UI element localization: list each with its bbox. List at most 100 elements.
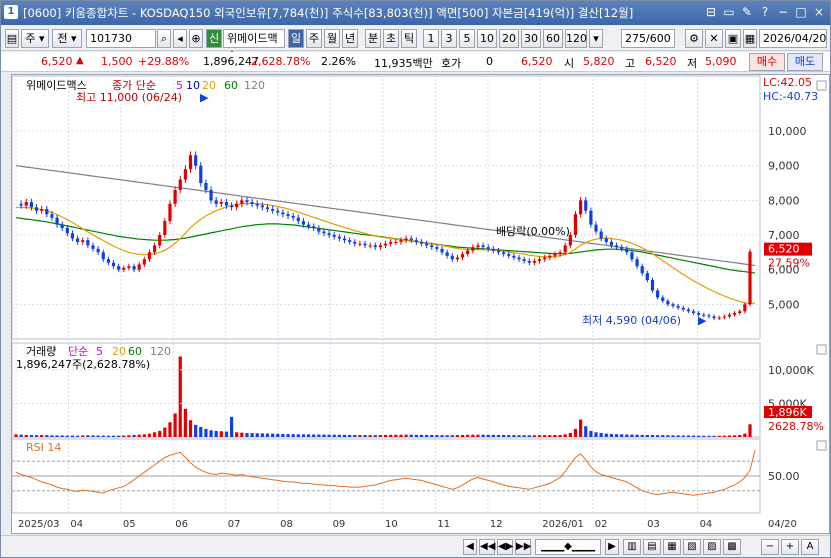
candle-body <box>625 248 629 253</box>
stock-code-input[interactable]: 101730 <box>86 29 156 48</box>
scroll-fit-button[interactable]: ◀▶ <box>497 539 513 555</box>
candle-body <box>188 155 193 170</box>
search-icon[interactable]: ⌕ <box>157 29 171 48</box>
unit-year-button[interactable]: 년 <box>342 29 358 48</box>
scroll-last-button[interactable]: ▶▶ <box>515 539 531 555</box>
scroll-first-button[interactable]: ◀◀ <box>479 539 495 555</box>
left-tab-strip[interactable] <box>1 74 11 534</box>
zoom-out-button[interactable]: − <box>761 539 779 555</box>
chart-type-icon[interactable]: ▤ <box>5 29 19 48</box>
save-icon[interactable]: ▣ <box>725 29 741 48</box>
candle-body <box>378 245 383 248</box>
restore-icon-button[interactable]: ▭ <box>722 4 736 20</box>
tools-icon[interactable]: ⚙ <box>685 29 703 48</box>
candle-body <box>635 259 639 267</box>
auto-scale-button[interactable]: A <box>801 539 819 555</box>
volume-bar <box>147 433 152 437</box>
chart-svg[interactable]: 2025/03 04 05 06 07 08 09 10 11 12 2026/01 02 03 04 04… <box>11 75 829 533</box>
candle-body <box>522 259 526 261</box>
volume-bar <box>425 434 429 437</box>
candle-body <box>563 245 567 253</box>
bar-count-field[interactable]: 275/600 <box>621 29 675 48</box>
unit-day-button[interactable]: 일 <box>288 29 304 48</box>
unit-month-button[interactable]: 월 <box>324 29 340 48</box>
interval-button-5[interactable]: 5 <box>459 29 475 48</box>
candle-body <box>255 203 259 206</box>
help-button[interactable]: ? <box>758 4 772 20</box>
interval-dropdown[interactable]: ▾ <box>589 29 603 48</box>
scroll-left-button[interactable]: ◀ <box>463 539 477 555</box>
close-button[interactable]: × <box>812 4 826 20</box>
candle-body <box>245 200 249 203</box>
interval-button-120[interactable]: 120 <box>565 29 587 48</box>
x-tick-label: 03 <box>647 519 660 530</box>
volume-bar <box>327 434 331 437</box>
stock-name-field[interactable]: 위메이드맥스 <box>223 29 285 62</box>
x-tick-label: 07 <box>228 519 241 530</box>
unit-tick-button[interactable]: 틱 <box>401 29 417 48</box>
interval-button-30[interactable]: 30 <box>521 29 541 48</box>
candle-body <box>743 304 747 312</box>
chart-style-icon[interactable]: ▥ <box>623 539 641 555</box>
crosshair-icon[interactable]: ✕ <box>705 29 723 48</box>
candle-body <box>373 245 377 248</box>
volume-bar <box>224 431 229 437</box>
interval-button-10[interactable]: 10 <box>477 29 497 48</box>
volume-bar <box>609 433 614 437</box>
period-select[interactable]: 주 ▾ <box>21 29 49 48</box>
maximize-button[interactable]: □ <box>794 4 808 20</box>
trade-amount: 11,935백만 <box>374 57 433 70</box>
volume-bar <box>635 434 639 437</box>
chart-area[interactable]: 2025/03 04 05 06 07 08 09 10 11 12 2026/01 02 03 04 04… <box>11 74 830 534</box>
volume-bar <box>86 435 90 437</box>
ma120-line <box>15 165 756 267</box>
sell-button[interactable]: 매도 <box>787 53 823 71</box>
ma20-line <box>16 202 756 305</box>
zoom-slider[interactable]: ▁▁▁◆▁▁▁ <box>535 539 601 555</box>
volume-bar <box>188 420 193 437</box>
tile-button[interactable]: ⊟ <box>704 4 718 20</box>
print-icon[interactable]: ▧ <box>683 539 701 555</box>
candle-body <box>332 235 336 237</box>
volume-bar <box>512 435 516 437</box>
volume-bar <box>450 435 454 437</box>
candle-body <box>152 245 157 253</box>
minimize-button[interactable]: − <box>776 4 790 20</box>
settings-icon[interactable]: ▩ <box>723 539 741 555</box>
volume-bar <box>656 435 660 437</box>
volume-bar <box>255 433 259 437</box>
grid-icon[interactable]: ▦ <box>663 539 681 555</box>
market-select[interactable]: 전 ▾ <box>52 29 82 48</box>
candle-body <box>471 247 475 251</box>
candle-body <box>276 210 280 213</box>
candle-body <box>671 304 675 307</box>
unit-minute-button[interactable]: 분 <box>365 29 381 48</box>
interval-button-60[interactable]: 60 <box>543 29 563 48</box>
candle-body <box>440 248 444 253</box>
date-field[interactable]: 2026/04/20 <box>759 29 827 48</box>
volume-bar <box>640 434 644 437</box>
interval-button-20[interactable]: 20 <box>499 29 519 48</box>
panel-collapse-button <box>816 440 827 451</box>
unit-week-button[interactable]: 주 <box>306 29 322 48</box>
volume-bar <box>414 434 418 437</box>
zoom-in-button[interactable]: + <box>781 539 799 555</box>
layout-icon[interactable]: ▨ <box>703 539 721 555</box>
unit-second-button[interactable]: 초 <box>383 29 399 48</box>
volume-bar <box>399 434 403 437</box>
scroll-right-button[interactable]: ▶ <box>605 539 619 555</box>
interval-button-3[interactable]: 3 <box>441 29 457 48</box>
edit-button[interactable]: ✎ <box>740 4 754 20</box>
x-tick-label: 02 <box>595 519 608 530</box>
volume-bar <box>19 434 23 437</box>
buy-button[interactable]: 매수 <box>749 53 785 71</box>
indicator-icon[interactable]: ▤ <box>643 539 661 555</box>
interval-button-1[interactable]: 1 <box>423 29 439 48</box>
volume-bar <box>620 434 624 437</box>
calendar-icon[interactable]: ▦ <box>743 29 757 48</box>
volume-bar <box>697 435 701 437</box>
volume-bar <box>707 435 711 437</box>
candle-body <box>691 311 696 313</box>
speaker-icon[interactable]: ◂ <box>173 29 187 48</box>
history-icon[interactable]: ⊕ <box>189 29 203 48</box>
